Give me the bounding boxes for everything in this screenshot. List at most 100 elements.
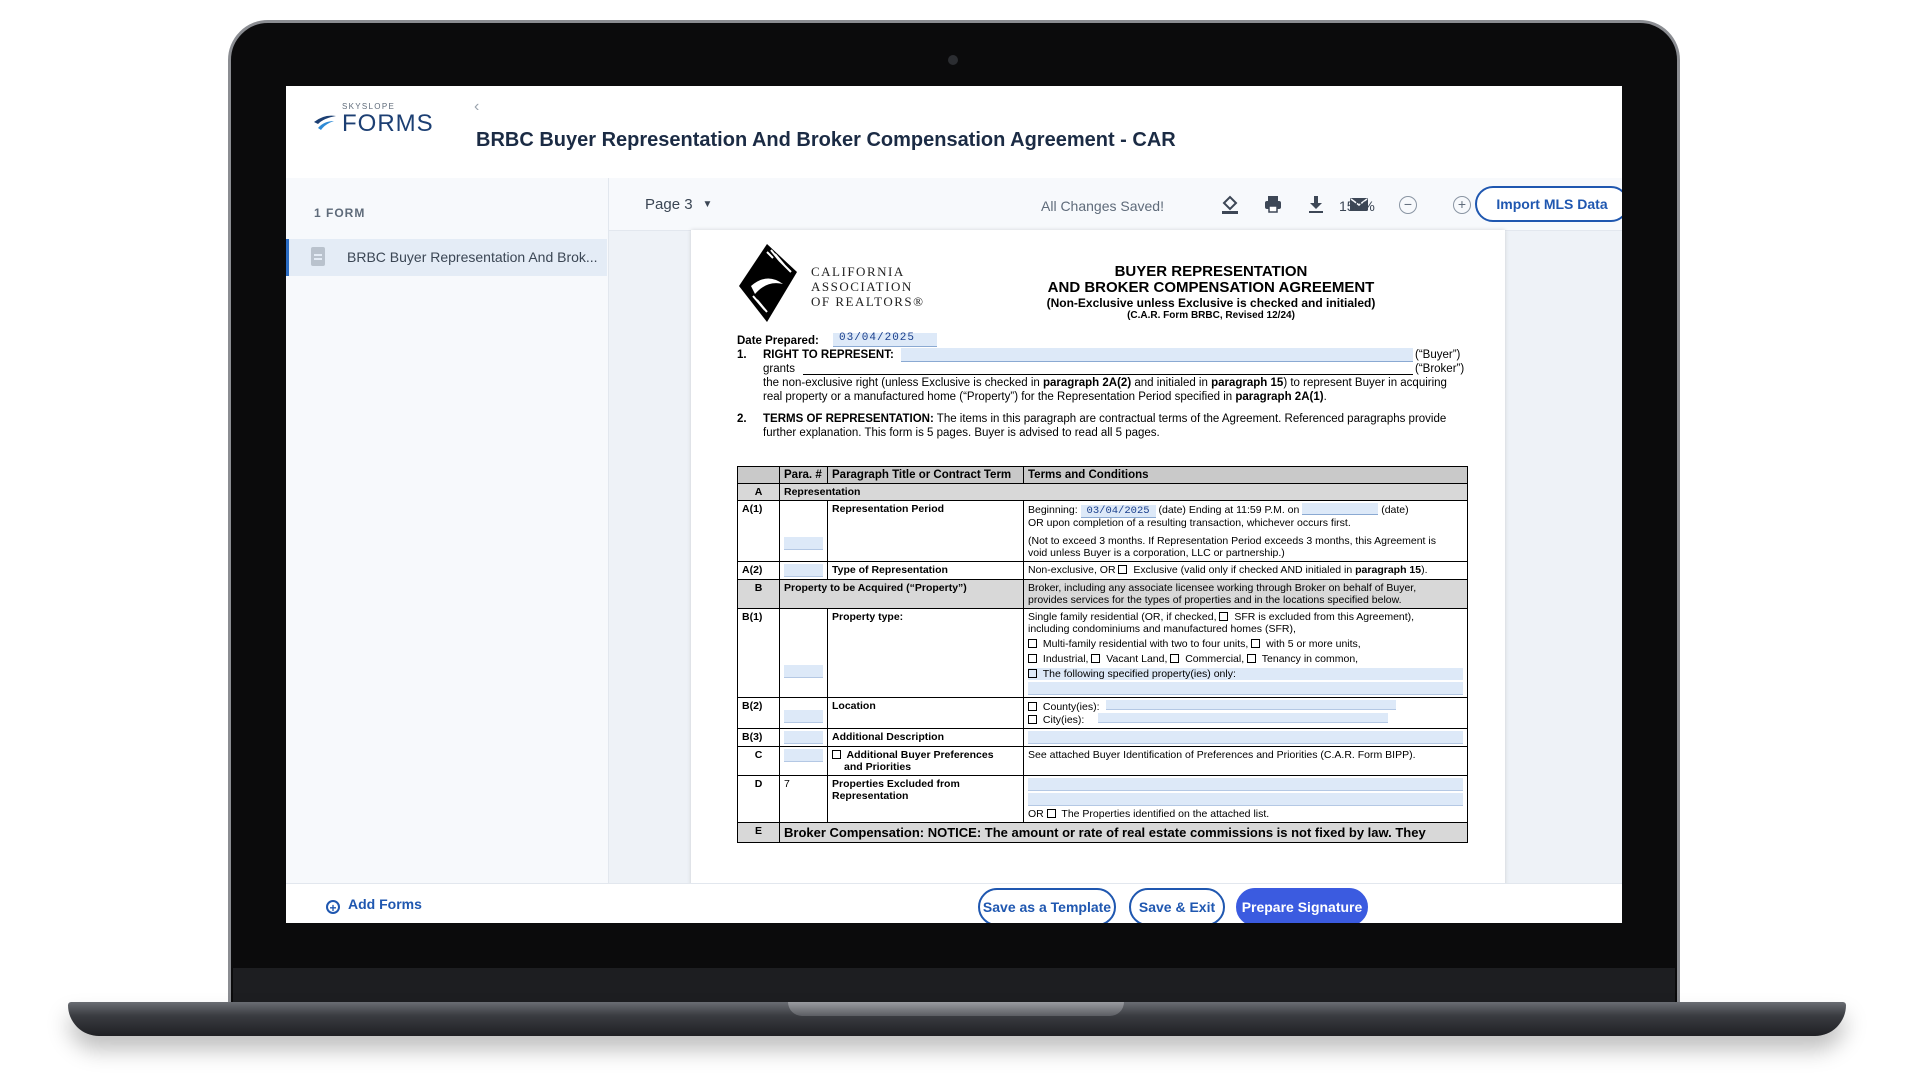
action-footer: + Add Forms Save as a Template Save & Exi… [286, 883, 1622, 923]
row-title: Additional Buyer Preferences and Prioriti… [827, 746, 1024, 776]
county-field[interactable] [1105, 700, 1396, 710]
row-key: B(1) [737, 608, 780, 698]
county-checkbox[interactable] [1028, 702, 1037, 711]
sidebar-item-brbc[interactable]: BRBC Buyer Representation And Brok... [286, 239, 607, 276]
row-key: E [737, 822, 780, 843]
additional-description-field[interactable] [1028, 731, 1463, 744]
county-line[interactable]: County(ies): [1028, 700, 1463, 713]
broker-name-line[interactable] [803, 374, 1413, 375]
specified-property-field[interactable] [1028, 682, 1463, 695]
city-checkbox[interactable] [1028, 715, 1037, 724]
sfr-excluded-checkbox[interactable] [1219, 612, 1229, 621]
attached-list-checkbox[interactable] [1046, 809, 1056, 818]
form-title-line2: AND BROKER COMPENSATION AGREEMENT [1047, 279, 1375, 296]
city-field[interactable] [1098, 713, 1389, 723]
download-icon[interactable] [1305, 194, 1327, 216]
multifamily-checkbox[interactable] [1028, 639, 1037, 648]
s1-l3-b: paragraph 2A(2) [1042, 377, 1132, 389]
a2-text-d: ). [1421, 564, 1428, 576]
row-key: B(3) [737, 728, 780, 747]
excluded-property-field-2[interactable] [1028, 793, 1463, 806]
para-fill[interactable] [784, 564, 823, 577]
industrial-checkbox[interactable] [1028, 654, 1037, 663]
document-title: BRBC Buyer Representation And Broker Com… [476, 129, 1176, 151]
b1-line2: including condominiums and manufactured … [1028, 623, 1296, 635]
s1-l3-c: and initialed in [1131, 377, 1212, 389]
d-line: OR The Properties identified on the atta… [1028, 808, 1463, 820]
para-fill[interactable] [784, 749, 823, 762]
table-row: E Broker Compensation: NOTICE: The amoun… [737, 822, 1468, 843]
form-page: CALIFORNIA ASSOCIATION OF REALTORS® BUYE… [691, 230, 1505, 883]
save-as-template-button[interactable]: Save as a Template [978, 888, 1116, 923]
s1-l3-d: paragraph 15 [1211, 377, 1284, 389]
row-title: Property to be Acquired (“Property”) [779, 579, 1024, 609]
row-para-field[interactable] [779, 608, 828, 698]
row-para-field[interactable] [779, 728, 828, 747]
save-and-exit-button[interactable]: Save & Exit [1129, 888, 1225, 923]
table-row: A(2) Type of Representation Non-exclusiv… [737, 561, 1468, 580]
row-title: Type of Representation [827, 561, 1024, 580]
b1-line4: Industrial, Vacant Land, Commercial, Ten… [1028, 653, 1463, 665]
buyer-preferences-checkbox[interactable] [832, 750, 841, 759]
laptop-notch [788, 1002, 1124, 1016]
car-org-line3: OF REALTORS® [811, 294, 925, 309]
page-selector-label: Page 3 [645, 196, 693, 213]
b1-line5[interactable]: The following specified property(ies) on… [1028, 668, 1463, 680]
s1-l4-b: paragraph 2A(1) [1235, 391, 1324, 403]
row-para-field[interactable] [779, 561, 828, 580]
zoom-out-button[interactable]: − [1399, 196, 1417, 214]
add-forms-label: Add Forms [348, 896, 422, 912]
s1-l4-a: real property or a manufactured home (“P… [763, 391, 1236, 403]
row-para-field[interactable] [779, 697, 828, 729]
car-org-line2: ASSOCIATION [811, 279, 913, 294]
five-plus-checkbox[interactable] [1251, 639, 1261, 648]
table-header-cell: Paragraph Title or Contract Term [827, 466, 1024, 484]
table-row: A Representation [737, 483, 1468, 501]
prepare-signature-button[interactable]: Prepare Signature [1236, 888, 1368, 923]
broker-tag: (“Broker”) [1415, 363, 1465, 375]
commercial-checkbox[interactable] [1170, 654, 1180, 663]
b1-l3a: Multi-family residential with two to fou… [1040, 638, 1252, 650]
row-key: A(2) [737, 561, 780, 580]
save-status: All Changes Saved! [1041, 198, 1164, 214]
vacant-land-checkbox[interactable] [1091, 654, 1101, 663]
fill-icon[interactable] [1219, 194, 1241, 216]
c-title-a: Additional Buyer Preferences [832, 749, 1019, 761]
camera-icon [948, 55, 958, 65]
row-para-field[interactable] [779, 746, 828, 776]
table-row: D 7 Properties Excluded from Representati… [737, 775, 1468, 823]
para-fill[interactable] [784, 731, 823, 744]
para-fill[interactable] [784, 665, 823, 678]
row-terms: Broker, including any associate licensee… [1023, 579, 1468, 609]
para-fill[interactable] [784, 537, 823, 550]
row-terms: Beginning: 03/04/2025 (date) Ending at 1… [1023, 500, 1468, 562]
import-mls-button[interactable]: Import MLS Data [1475, 186, 1622, 222]
chevron-down-icon: ▼ [702, 199, 713, 210]
city-label: City(ies): [1040, 714, 1085, 726]
section1-number: 1. [737, 349, 747, 361]
form-title: BUYER REPRESENTATION AND BROKER COMPENSA… [911, 264, 1505, 322]
section2-line2: further explanation. This form is 5 page… [763, 427, 1160, 439]
buyer-name-field[interactable] [901, 348, 1413, 362]
screen: SKYSLOPE FORMS ‹ BRBC Buyer Representati… [286, 86, 1622, 923]
tenancy-checkbox[interactable] [1247, 654, 1257, 663]
car-org-line1: CALIFORNIA [811, 264, 905, 279]
row-para-field[interactable] [779, 500, 828, 562]
form-title-line1: BUYER REPRESENTATION [1114, 263, 1308, 280]
sidebar-item-label: BRBC Buyer Representation And Brok... [347, 249, 598, 265]
excluded-property-field-1[interactable] [1028, 778, 1463, 791]
city-line[interactable]: City(ies): [1028, 713, 1463, 726]
skyslope-logo[interactable]: SKYSLOPE FORMS [312, 100, 442, 137]
section2-number: 2. [737, 413, 747, 425]
end-date-field[interactable] [1302, 503, 1379, 515]
exclusive-checkbox[interactable] [1118, 565, 1128, 574]
app-header: SKYSLOPE FORMS ‹ BRBC Buyer Representati… [286, 86, 1622, 178]
add-forms-button[interactable]: + Add Forms [326, 896, 422, 915]
chevron-left-icon[interactable]: ‹ [474, 98, 479, 116]
specified-property-checkbox[interactable] [1028, 669, 1037, 678]
para-fill[interactable] [784, 710, 823, 723]
print-icon[interactable] [1262, 194, 1284, 216]
page-selector[interactable]: Page 3 ▼ [645, 196, 712, 213]
zoom-in-button[interactable]: + [1453, 196, 1471, 214]
car-org-name: CALIFORNIA ASSOCIATION OF REALTORS® [811, 264, 925, 309]
